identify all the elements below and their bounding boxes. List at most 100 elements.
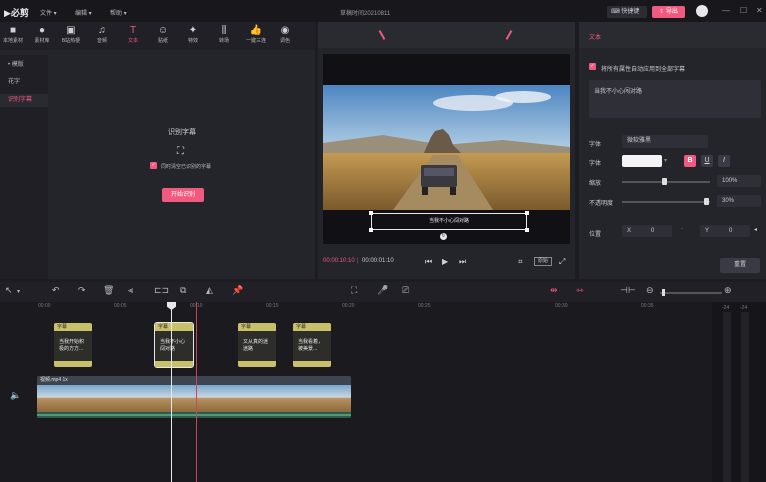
tool-bilibili-memes[interactable]: ▣ B站热梗: [59, 25, 83, 44]
record-camera-icon[interactable]: ⎚: [402, 285, 409, 296]
library-icon: ●: [38, 25, 46, 36]
video-clip[interactable]: 视频.mp4 1x: [37, 376, 351, 418]
video-thumbnails: [37, 385, 351, 418]
transition-icon: ⫼: [221, 25, 227, 36]
properties-title: 文本: [589, 35, 602, 41]
delete-icon[interactable]: 🗑: [103, 285, 114, 296]
scale-slider-thumb[interactable]: [662, 178, 667, 185]
subtitle-clip[interactable]: 字幕 又从真的迷 迷路: [238, 323, 276, 367]
tool-label: 调色: [279, 38, 290, 44]
snap-magnet-icon[interactable]: ⇹: [550, 285, 558, 296]
tool-material-library[interactable]: ● 素材库: [30, 25, 54, 44]
tool-sticker[interactable]: ☺ 贴纸: [151, 25, 175, 44]
logo-text: 必剪: [10, 8, 29, 18]
tool-local-media[interactable]: ■ 本地素材: [1, 25, 25, 44]
keyboard-icon: ⌨: [611, 9, 622, 15]
sidebar-item-templates[interactable]: • 模版: [0, 59, 48, 72]
sidebar-item-recognize-subtitles[interactable]: 识别字幕: [0, 94, 48, 107]
subtitle-clip[interactable]: 字幕 当我看着， 被美景...: [293, 323, 331, 367]
tool-triple-like[interactable]: 👍 一键三连: [242, 25, 270, 44]
menu-edit[interactable]: 编辑 ▾: [75, 8, 92, 17]
font-select[interactable]: 微软雅黑: [622, 135, 708, 148]
microphone-icon[interactable]: 🎤: [377, 285, 388, 296]
fit-icon[interactable]: ⛶: [351, 285, 357, 296]
trim-icon[interactable]: ⊏⊐: [154, 285, 169, 296]
reset-button[interactable]: 重置: [720, 258, 760, 273]
chevron-down-icon[interactable]: ▾: [664, 157, 667, 164]
ruler-tick: 00:05: [114, 303, 127, 309]
bold-button[interactable]: B: [684, 155, 696, 167]
mirror-icon[interactable]: ◭: [206, 285, 213, 296]
split-icon[interactable]: ⫷: [128, 285, 133, 296]
tool-color-grade[interactable]: ◉ 调色: [273, 25, 297, 44]
position-link-icon[interactable]: ◂: [754, 226, 757, 233]
subtitle-clip-selected[interactable]: 字幕 当我不小心 闯对路: [154, 322, 194, 368]
app-logo: ▶必剪: [4, 6, 29, 19]
pointer-dropdown-icon[interactable]: ▾: [17, 288, 20, 295]
zoom-slider[interactable]: [660, 292, 722, 294]
subtitle-clip[interactable]: 字幕 当我开始积 极的方方...: [54, 323, 92, 367]
export-button[interactable]: ⇧ 导出: [652, 6, 685, 18]
next-frame-icon[interactable]: ⏭: [459, 257, 466, 267]
redo-icon[interactable]: ↷: [78, 285, 86, 296]
sidebar-item-fancy-text[interactable]: 花字: [0, 76, 48, 89]
opacity-slider[interactable]: [622, 201, 710, 203]
opacity-slider-thumb[interactable]: [704, 198, 709, 205]
scan-icon: ⛶: [177, 146, 184, 157]
rotate-handle-icon[interactable]: ↻: [440, 233, 447, 240]
scale-label: 缩放: [589, 181, 602, 187]
close-icon[interactable]: ✕: [756, 6, 763, 15]
tool-transition[interactable]: ⫼ 转场: [212, 25, 236, 44]
undo-icon[interactable]: ↶: [52, 285, 60, 296]
start-recognize-button[interactable]: 开始识别: [162, 188, 204, 202]
menu-file[interactable]: 文件 ▾: [40, 8, 57, 17]
scale-input[interactable]: 100%: [717, 175, 761, 187]
timeline-ruler[interactable]: [37, 302, 712, 312]
meter-label: -24: [740, 305, 748, 311]
playhead[interactable]: [171, 302, 172, 482]
subtitle-clip-text: 又从真的迷 迷路: [243, 339, 269, 352]
resize-handle[interactable]: [369, 211, 373, 215]
font-color-swatch[interactable]: [622, 155, 662, 167]
tool-text[interactable]: T 文本: [121, 25, 145, 44]
link-clips-icon[interactable]: ⇿: [576, 285, 584, 296]
avatar[interactable]: [696, 5, 708, 17]
pin-icon[interactable]: 📌: [232, 285, 243, 296]
prev-frame-icon[interactable]: ⏮: [425, 257, 432, 267]
subtitle-clip-header: 字幕: [54, 323, 92, 331]
resize-handle[interactable]: [525, 211, 529, 215]
clear-recognized-label: 同时清空已识别的字幕: [161, 164, 212, 170]
zoom-slider-thumb[interactable]: [662, 289, 665, 296]
text-icon: T: [129, 25, 137, 36]
crop-icon[interactable]: ⌗: [518, 257, 523, 267]
maximize-icon[interactable]: ☐: [740, 6, 747, 15]
apply-all-checkbox[interactable]: ✓: [589, 63, 596, 70]
menu-help[interactable]: 帮助 ▾: [110, 8, 127, 17]
resize-handle[interactable]: [369, 228, 373, 232]
sparkle-icon: ✦: [188, 25, 198, 36]
aspect-ratio-button[interactable]: 原始: [534, 257, 552, 266]
fullscreen-icon[interactable]: ⤢: [559, 257, 565, 267]
zoom-in-icon[interactable]: ⊕: [724, 285, 732, 296]
minimize-icon[interactable]: —: [722, 6, 730, 15]
subtitle-text-input[interactable]: 当我不小心闯对路: [589, 80, 761, 118]
pointer-icon[interactable]: ↖: [5, 285, 13, 296]
italic-button[interactable]: I: [718, 155, 730, 167]
tool-audio[interactable]: ♫ 音频: [90, 25, 114, 44]
underline-button[interactable]: U: [701, 155, 713, 167]
subtitle-overlay[interactable]: 当我不小心闯对路: [371, 213, 527, 230]
opacity-input[interactable]: 30%: [717, 195, 761, 207]
freeze-frame-icon[interactable]: ⧉: [180, 285, 186, 296]
resize-handle[interactable]: [525, 228, 529, 232]
folder-icon: ■: [9, 25, 17, 36]
split-view-icon[interactable]: ⊣⊢: [620, 285, 636, 296]
position-x-input[interactable]: X0: [622, 225, 672, 237]
position-y-input[interactable]: Y0: [700, 225, 750, 237]
clear-recognized-checkbox[interactable]: ✓: [150, 162, 157, 169]
play-icon[interactable]: ▶: [442, 257, 448, 266]
shortcut-button[interactable]: ⌨ 快捷键: [607, 6, 647, 18]
export-button-label: 导出: [665, 9, 678, 15]
tool-effects[interactable]: ✦ 特效: [181, 25, 205, 44]
volume-icon[interactable]: 🔈: [10, 390, 21, 401]
zoom-out-icon[interactable]: ⊖: [646, 285, 654, 296]
